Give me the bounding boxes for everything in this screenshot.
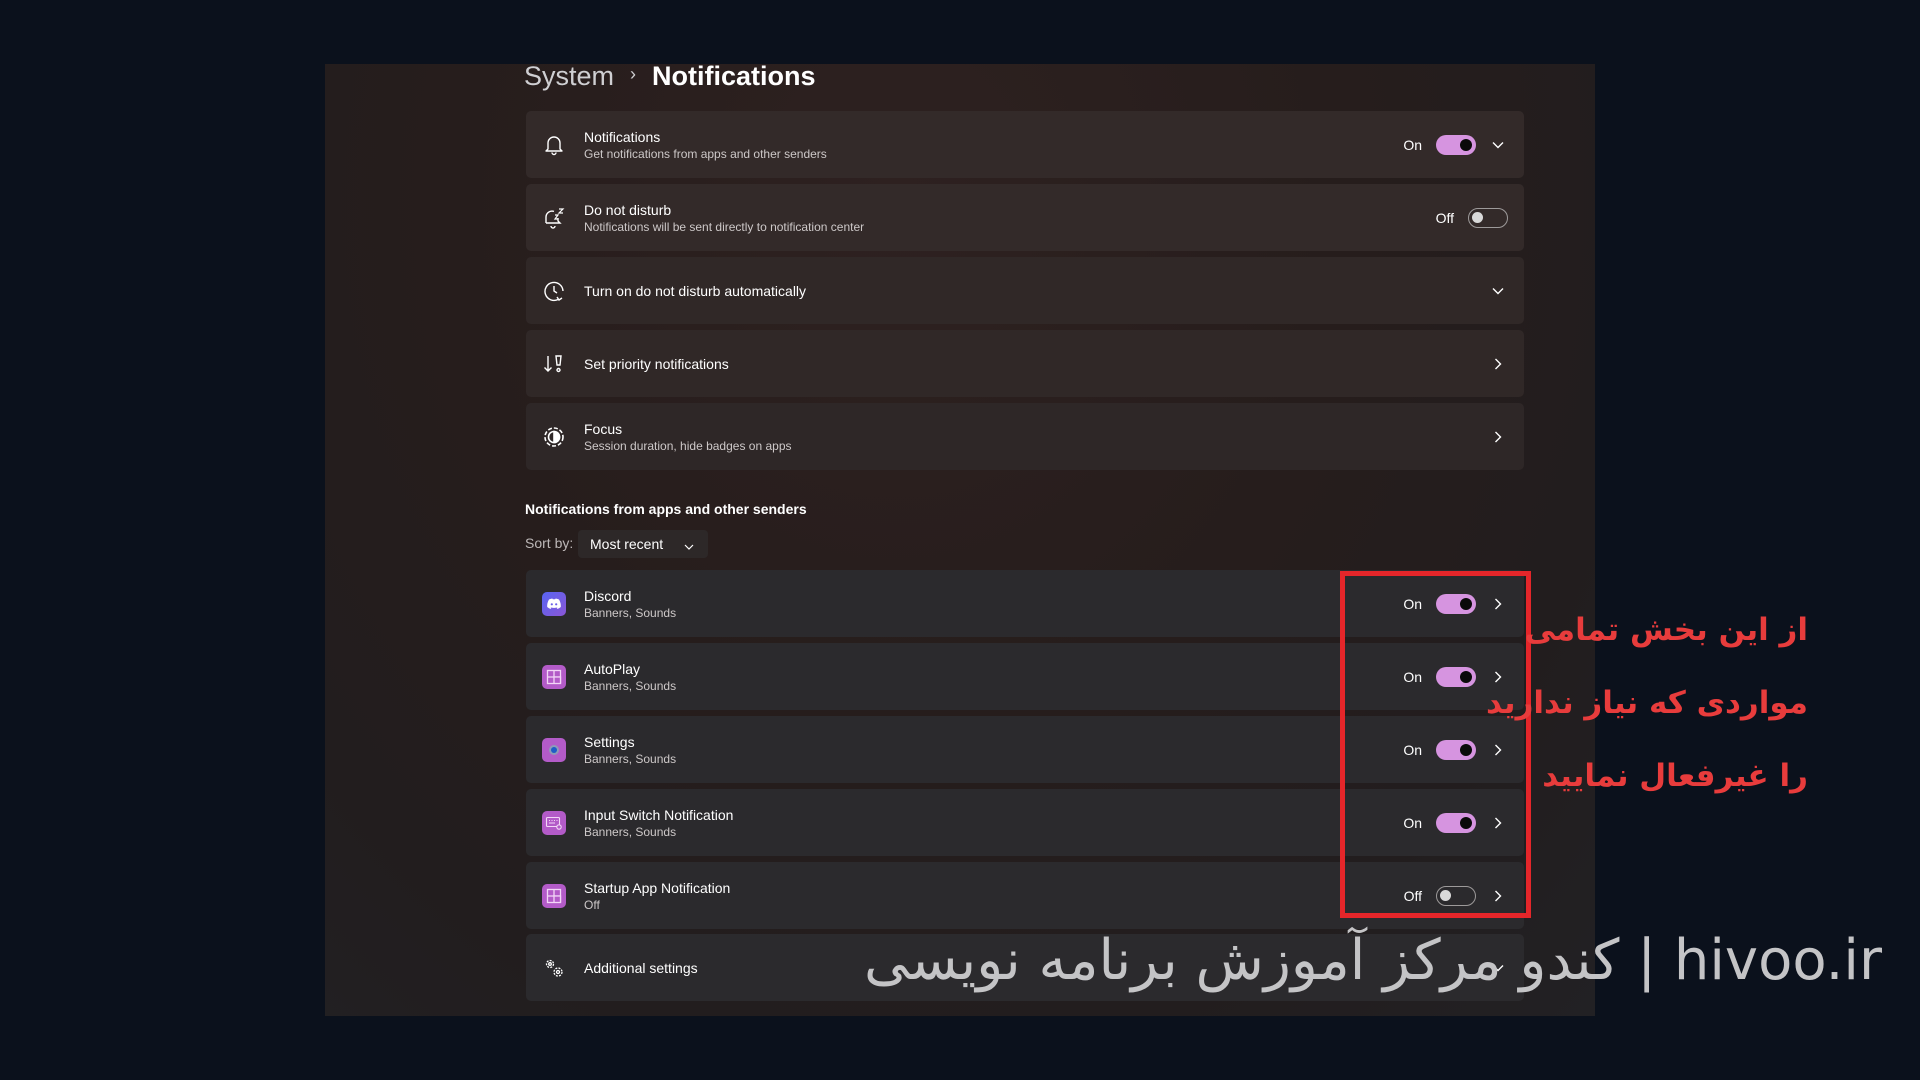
do-not-disturb-card[interactable]: Do not disturb Notifications will be sen… [526, 184, 1524, 251]
app-subtitle: Banners, Sounds [584, 678, 677, 693]
gears-icon [542, 956, 566, 980]
app-subtitle: Off [584, 897, 600, 912]
setting-subtitle: Get notifications from apps and other se… [584, 146, 827, 161]
setting-title: Set priority notifications [584, 355, 729, 372]
clock-refresh-icon [542, 279, 566, 303]
discord-toggle[interactable] [1436, 593, 1476, 614]
app-name: Startup App Notification [584, 879, 731, 896]
app-subtitle: Banners, Sounds [584, 751, 677, 766]
toggle-state-label: On [1403, 136, 1422, 153]
toggle-state-label: Off [1435, 209, 1454, 226]
app-row-input-switch[interactable]: Input Switch Notification Banners, Sound… [526, 789, 1524, 856]
chevron-right-icon[interactable] [1490, 742, 1506, 758]
bell-snooze-icon [542, 206, 566, 230]
priority-icon [542, 352, 566, 376]
page-title: Notifications [652, 60, 816, 91]
app-subtitle: Banners, Sounds [584, 605, 677, 620]
app-name: Settings [584, 733, 635, 750]
annotation-line-2: مواردی که نیاز ندارید [1486, 685, 1808, 721]
chevron-down-icon [684, 538, 694, 556]
do-not-disturb-toggle[interactable] [1468, 207, 1508, 228]
sort-value: Most recent [590, 536, 664, 552]
toggle-state-label: On [1403, 741, 1422, 758]
watermark: کندو مرکز آموزش برنامه نویسی | hivoo.ir [863, 928, 1882, 993]
autoplay-icon [542, 664, 566, 689]
setting-title: Do not disturb [584, 201, 672, 218]
app-name: AutoPlay [584, 660, 641, 677]
priority-notifications-card[interactable]: Set priority notifications [526, 330, 1524, 397]
setting-subtitle: Notifications will be sent directly to n… [584, 219, 865, 234]
app-row-settings[interactable]: Settings Banners, Sounds On [526, 716, 1524, 783]
toggle-state-label: On [1403, 814, 1422, 831]
app-subtitle: Banners, Sounds [584, 824, 677, 839]
notifications-toggle[interactable] [1436, 134, 1476, 155]
section-title: Notifications from apps and other sender… [525, 501, 807, 517]
app-row-startup-app[interactable]: Startup App Notification Off Off [526, 862, 1524, 929]
annotation-line-1: از این بخش تمامی [1524, 612, 1808, 648]
focus-card[interactable]: Focus Session duration, hide badges on a… [526, 403, 1524, 470]
sort-dropdown[interactable]: Most recent [578, 530, 708, 558]
chevron-right-icon[interactable] [1490, 356, 1506, 372]
toggle-state-label: Off [1403, 887, 1422, 904]
chevron-right-icon[interactable] [1490, 815, 1506, 831]
annotation-line-3: را غیرفعال نمایید [1542, 758, 1808, 794]
breadcrumb-separator-icon: › [630, 63, 637, 84]
chevron-right-icon[interactable] [1490, 669, 1506, 685]
app-name: Discord [584, 587, 632, 604]
sort-label: Sort by: [525, 535, 574, 551]
notifications-setting-card[interactable]: Notifications Get notifications from app… [526, 111, 1524, 178]
focus-icon [542, 425, 566, 449]
chevron-right-icon[interactable] [1490, 596, 1506, 612]
chevron-down-icon[interactable] [1490, 283, 1506, 299]
setting-title: Notifications [584, 128, 661, 145]
toggle-state-label: On [1403, 595, 1422, 612]
input-switch-icon [542, 810, 566, 835]
settings-app-toggle[interactable] [1436, 739, 1476, 760]
autoplay-toggle[interactable] [1436, 666, 1476, 687]
app-row-autoplay[interactable]: AutoPlay Banners, Sounds On [526, 643, 1524, 710]
app-name: Input Switch Notification [584, 806, 734, 823]
dnd-automatic-card[interactable]: Turn on do not disturb automatically [526, 257, 1524, 324]
chevron-right-icon[interactable] [1490, 888, 1506, 904]
input-switch-toggle[interactable] [1436, 812, 1476, 833]
settings-app-icon [542, 737, 566, 762]
discord-icon [542, 591, 566, 616]
toggle-state-label: On [1403, 668, 1422, 685]
setting-subtitle: Session duration, hide badges on apps [584, 438, 792, 453]
bell-icon [542, 133, 566, 157]
startup-app-toggle[interactable] [1436, 885, 1476, 906]
setting-title: Focus [584, 420, 623, 437]
chevron-down-icon[interactable] [1490, 137, 1506, 153]
startup-app-icon [542, 883, 566, 908]
app-row-discord[interactable]: Discord Banners, Sounds On [526, 570, 1524, 637]
chevron-right-icon[interactable] [1490, 429, 1506, 445]
breadcrumb-system[interactable]: System [524, 61, 614, 92]
setting-title: Turn on do not disturb automatically [584, 282, 807, 299]
breadcrumb: System › Notifications [524, 56, 816, 96]
setting-title: Additional settings [584, 959, 698, 976]
